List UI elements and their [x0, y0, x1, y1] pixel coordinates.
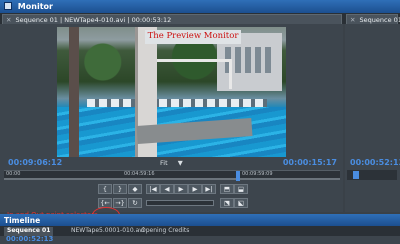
source-monitor-panel: The Preview Monitor 00:09:06:12 Fit ▼ 00…: [0, 24, 343, 223]
ruler-tick: 00:04:59:16: [124, 171, 155, 177]
insert-button[interactable]: ⬒: [220, 184, 234, 194]
tab-label: Sequence 01: [359, 16, 400, 24]
ruler-tick: 00:00: [6, 171, 21, 177]
zoom-label: Fit: [160, 159, 168, 167]
timeline-tab-bar: Sequence 01 NEWTape5.0001-010.avi Openin…: [0, 226, 400, 236]
lift-button[interactable]: ⬔: [220, 198, 234, 208]
current-timecode[interactable]: 00:09:06:12: [8, 158, 62, 167]
set-out-point-button[interactable]: }: [113, 184, 127, 194]
tab-opening-credits[interactable]: Opening Credits: [138, 227, 192, 236]
loop-button[interactable]: ↻: [128, 198, 142, 208]
program-time-ruler[interactable]: [347, 170, 397, 180]
tab-program-sequence[interactable]: ✕ Sequence 01: [346, 14, 400, 24]
pool-chairs: [87, 99, 267, 107]
go-to-end-button[interactable]: ▶|: [202, 184, 216, 194]
zoom-select[interactable]: Fit ▼: [160, 159, 183, 167]
tab-label: Sequence 01 | NEWTape4-010.avi | 00:00:5…: [15, 16, 172, 24]
timeline-panel: 00:00:52:13: [0, 235, 400, 244]
railing: [157, 59, 232, 89]
go-to-out-button[interactable]: →}: [113, 198, 127, 208]
timeline-title-bar: Timeline: [0, 214, 400, 226]
go-to-start-button[interactable]: |◀: [146, 184, 160, 194]
step-back-button[interactable]: ◀: [160, 184, 174, 194]
jog-shuttle[interactable]: [146, 200, 214, 206]
marker-button[interactable]: ◆: [128, 184, 142, 194]
timeline-title: Timeline: [4, 216, 41, 225]
monitor-tab-bar: ✕ Sequence 01 | NEWTape4-010.avi | 00:00…: [0, 13, 400, 24]
transport-controls: { } ◆ |◀ ◀ ▶ ▶ ▶| ⬒ ⬓ {← →} ↻ ⬔ ⬕: [92, 182, 262, 212]
post-left: [69, 27, 79, 157]
timeline-timecode[interactable]: 00:00:52:13: [6, 235, 53, 243]
program-timecode[interactable]: 00:00:52:13: [350, 158, 400, 167]
preview-caption: The Preview Monitor: [145, 30, 241, 44]
playhead[interactable]: [236, 171, 240, 181]
tab-source-sequence[interactable]: ✕ Sequence 01 | NEWTape4-010.avi | 00:00…: [2, 14, 342, 24]
chevron-down-icon: ▼: [177, 159, 183, 167]
tab-newtape5[interactable]: NEWTape5.0001-010.avi: [68, 227, 147, 236]
close-icon[interactable]: ✕: [6, 16, 11, 24]
duration-timecode: 00:00:15:17: [282, 158, 337, 167]
window-title: Monitor: [17, 2, 53, 11]
set-in-point-button[interactable]: {: [98, 184, 112, 194]
overlay-button[interactable]: ⬓: [234, 184, 248, 194]
ruler-track: [4, 178, 340, 180]
step-forward-button[interactable]: ▶: [188, 184, 202, 194]
extract-button[interactable]: ⬕: [234, 198, 248, 208]
close-icon[interactable]: ✕: [350, 16, 355, 24]
play-button[interactable]: ▶: [174, 184, 188, 194]
time-ruler[interactable]: 00:00 00:04:59:16 00:09:59:09: [4, 170, 340, 181]
window-icon: [4, 2, 12, 10]
ruler-tick: 00:09:59:09: [242, 171, 273, 177]
preview-video-frame: The Preview Monitor: [57, 27, 286, 157]
window-title-bar: Monitor: [0, 0, 400, 13]
program-monitor-panel: 00:00:52:13: [345, 24, 400, 212]
program-playhead[interactable]: [353, 171, 359, 179]
